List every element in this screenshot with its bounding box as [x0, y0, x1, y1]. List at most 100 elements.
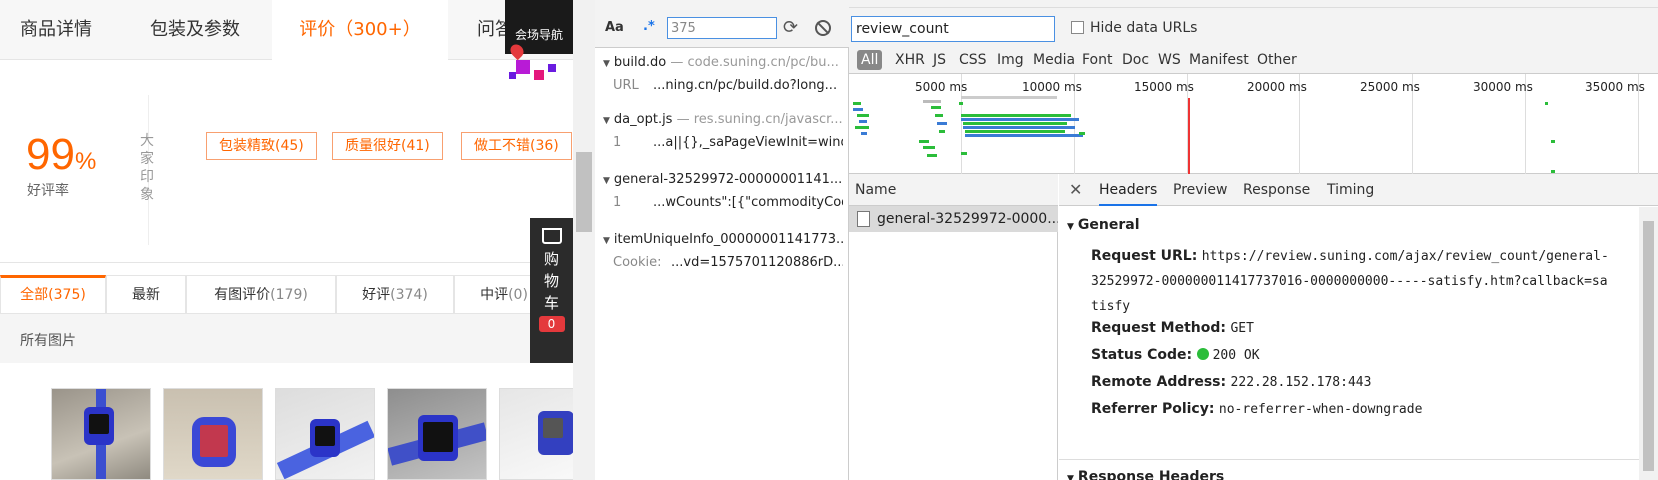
- review-thumbnail[interactable]: [51, 388, 151, 480]
- impression-tag[interactable]: 质量很好(41): [332, 132, 443, 160]
- tab-product-details[interactable]: 商品详情: [20, 0, 92, 60]
- timeline-request-bar: [961, 96, 1057, 99]
- impression-tag[interactable]: 包装精致(45): [206, 132, 317, 160]
- general-section-toggle[interactable]: ▼ General: [1067, 217, 1140, 233]
- request-details: ✕ Headers Preview Response Timing ▼ Gener…: [1059, 174, 1658, 480]
- tab-timing[interactable]: Timing: [1327, 174, 1374, 206]
- checkbox-icon: [1071, 21, 1084, 34]
- status-code-row: Status Code: 200 OK: [1091, 347, 1260, 363]
- result-file[interactable]: ▼ itemUniqueInfo_00000001141773...: [603, 232, 843, 247]
- tab-response[interactable]: Response: [1243, 174, 1310, 206]
- filter-tab-all[interactable]: 全部(375): [0, 275, 106, 313]
- cart-label-2: 物: [543, 272, 559, 290]
- filter-tab-positive[interactable]: 好评(374): [336, 275, 454, 313]
- tab-headers[interactable]: Headers: [1099, 174, 1158, 206]
- timeline-request-bar: [927, 154, 937, 157]
- request-row[interactable]: general-32529972-0000...: [849, 206, 1058, 232]
- filter-tab-latest[interactable]: 最新: [106, 275, 186, 313]
- referrer-policy-row: Referrer Policy: no-referrer-when-downgr…: [1091, 401, 1423, 417]
- devtools-search-panel: Aa .* ⟳ ▼build.do — code.suning.cn/pc/bu…: [595, 0, 849, 480]
- venue-nav-label: 会场导航: [515, 28, 564, 42]
- document-icon: [857, 211, 870, 227]
- tab-packaging-params[interactable]: 包装及参数: [150, 0, 240, 60]
- load-event-marker: [1188, 98, 1190, 174]
- timeline-request-bar: [859, 120, 867, 123]
- timeline-request-bar: [939, 130, 945, 133]
- review-thumbnail[interactable]: [275, 388, 375, 480]
- type-manifest[interactable]: Manifest: [1185, 50, 1253, 70]
- regex-toggle[interactable]: .*: [643, 19, 655, 34]
- request-method-row: Request Method: GET: [1091, 320, 1254, 336]
- response-headers-toggle[interactable]: ▼ Response Headers: [1067, 469, 1224, 480]
- name-column-header[interactable]: Name: [849, 174, 1058, 206]
- headers-body: ▼ General Request URL: https://review.sun…: [1059, 207, 1639, 480]
- review-thumbnail[interactable]: [499, 388, 573, 480]
- match-case-toggle[interactable]: Aa: [605, 20, 624, 35]
- timeline-request-bar: [961, 114, 1071, 117]
- timeline-request-bar: [959, 102, 963, 105]
- type-media[interactable]: Media: [1029, 50, 1079, 70]
- timeline-request-bar: [855, 126, 869, 129]
- timeline-request-bar: [923, 146, 935, 149]
- type-js[interactable]: JS: [929, 50, 950, 70]
- result-line[interactable]: 1...a||{},_saPageViewInit=windo...: [613, 135, 843, 150]
- timeline-request-bar: [1545, 102, 1548, 105]
- venue-nav-button[interactable]: 会场导航: [505, 0, 573, 61]
- timeline-request-bar: [963, 122, 1067, 125]
- clear-icon[interactable]: [815, 20, 831, 36]
- timeline-request-bar: [853, 102, 861, 105]
- timeline-request-bar: [965, 134, 1083, 137]
- timeline-request-bar: [965, 130, 1065, 133]
- hide-data-urls-checkbox[interactable]: Hide data URLs: [1071, 20, 1197, 36]
- cart-label-3: 车: [543, 294, 559, 312]
- result-line[interactable]: URL ...ning.cn/pc/build.do?long...: [613, 78, 843, 93]
- tab-preview[interactable]: Preview: [1173, 174, 1228, 206]
- type-css[interactable]: CSS: [955, 50, 991, 70]
- result-line[interactable]: 1...wCounts":[{"commodityCode...: [613, 195, 843, 210]
- timeline-request-bar: [961, 152, 967, 155]
- resource-type-filter: All XHR JS CSS Img Media Font Doc WS Man…: [849, 46, 1658, 74]
- request-url-row: Request URL: https://review.suning.com/a…: [1091, 248, 1609, 314]
- page-scrollbar[interactable]: [573, 0, 595, 480]
- cart-label-1: 购: [543, 250, 559, 268]
- details-scrollbar[interactable]: [1639, 207, 1658, 480]
- result-line[interactable]: Cookie: ...vd=1575701120886rD...: [613, 255, 843, 270]
- result-file[interactable]: ▼ da_opt.js — res.suning.cn/javascr...: [603, 112, 843, 127]
- type-font[interactable]: Font: [1078, 50, 1116, 70]
- timeline-tick: 20000 ms: [1247, 80, 1307, 94]
- close-icon[interactable]: ✕: [1069, 180, 1082, 199]
- image-filter-bar: 所有图片: [0, 313, 573, 363]
- type-xhr[interactable]: XHR: [891, 50, 929, 70]
- decoration: [548, 64, 556, 72]
- review-thumbnail[interactable]: [163, 388, 263, 480]
- timeline-request-bar: [857, 114, 869, 117]
- result-file[interactable]: ▼ general-32529972-00000001141...: [603, 172, 843, 187]
- timeline-tick: 15000 ms: [1134, 80, 1194, 94]
- type-other[interactable]: Other: [1253, 50, 1301, 70]
- filter-row: Hide data URLs: [849, 8, 1658, 46]
- devtools-network-panel: Hide data URLs All XHR JS CSS Img Media …: [849, 0, 1658, 480]
- review-thumbnail[interactable]: [387, 388, 487, 480]
- shopping-cart-sidebar[interactable]: 购 物 车 0: [530, 218, 573, 363]
- search-input[interactable]: [667, 17, 777, 39]
- network-timeline[interactable]: 5000 ms 10000 ms 15000 ms 20000 ms 25000…: [849, 74, 1658, 174]
- type-img[interactable]: Img: [993, 50, 1028, 70]
- timeline-request-bar: [853, 108, 863, 111]
- tab-reviews[interactable]: 评价（300+）: [272, 0, 448, 60]
- timeline-tick: 30000 ms: [1473, 80, 1533, 94]
- impression-tag[interactable]: 做工不错(36): [461, 132, 572, 160]
- network-filter-input[interactable]: [851, 16, 1055, 42]
- timeline-request-bar: [935, 114, 943, 117]
- refresh-icon[interactable]: ⟳: [783, 17, 798, 38]
- all-images-link[interactable]: 所有图片: [20, 330, 76, 350]
- detail-tabs: ✕ Headers Preview Response Timing: [1059, 174, 1658, 206]
- type-ws[interactable]: WS: [1154, 50, 1185, 70]
- timeline-tick: 35000 ms: [1585, 80, 1645, 94]
- type-all[interactable]: All: [857, 50, 883, 70]
- cart-icon: [541, 228, 562, 244]
- filter-tab-with-images[interactable]: 有图评价(179): [186, 275, 336, 313]
- decoration: [509, 72, 516, 79]
- type-doc[interactable]: Doc: [1118, 50, 1153, 70]
- timeline-request-bar: [1079, 132, 1085, 135]
- result-file[interactable]: ▼ build.do — code.suning.cn/pc/bu...: [603, 55, 843, 70]
